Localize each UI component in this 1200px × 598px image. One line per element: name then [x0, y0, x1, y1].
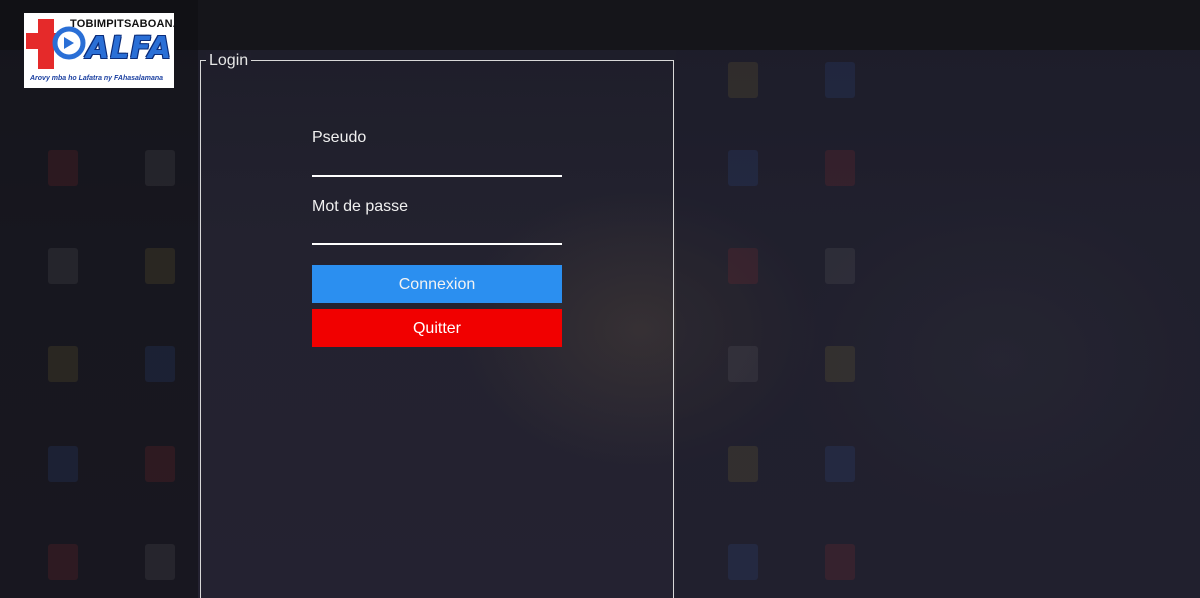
desktop-file-icon — [48, 544, 78, 580]
quitter-button[interactable]: Quitter — [312, 309, 562, 347]
desktop-file-icon — [145, 150, 175, 186]
desktop-file-icon — [48, 248, 78, 284]
left-panel — [0, 0, 198, 598]
desktop-file-icon — [728, 346, 758, 382]
desktop-file-icon — [728, 150, 758, 186]
desktop-file-icon — [48, 346, 78, 382]
logo-top-text: TOBIMPITSABOANA — [70, 18, 174, 30]
logo-brand-text: ALFA — [86, 31, 173, 66]
desktop-file-icon — [145, 248, 175, 284]
password-label: Mot de passe — [312, 198, 409, 215]
desktop-file-icon — [145, 544, 175, 580]
desktop-file-icon — [48, 150, 78, 186]
desktop-file-icon — [145, 346, 175, 382]
desktop-file-icon — [825, 446, 855, 482]
desktop-file-icon — [825, 150, 855, 186]
desktop-file-icon — [825, 544, 855, 580]
pseudo-label: Pseudo — [312, 129, 367, 146]
desktop-file-icon — [825, 346, 855, 382]
connexion-button[interactable]: Connexion — [312, 265, 562, 303]
right-panel — [676, 50, 1200, 598]
app-logo: TOBIMPITSABOANA ALFA Arovy mba ho Lafatr… — [24, 13, 174, 88]
login-group-title: Login — [206, 52, 252, 70]
desktop-file-icon — [728, 544, 758, 580]
desktop-file-icon — [728, 446, 758, 482]
pseudo-input[interactable] — [312, 153, 562, 177]
logo-tagline: Arovy mba ho Lafatra ny FAhasalamana — [30, 75, 164, 82]
desktop-file-icon — [48, 446, 78, 482]
desktop-file-icon — [728, 248, 758, 284]
password-input[interactable] — [312, 221, 562, 245]
desktop-file-icon — [145, 446, 175, 482]
desktop-file-icon — [728, 62, 758, 98]
desktop-file-icon — [825, 248, 855, 284]
desktop-file-icon — [825, 62, 855, 98]
